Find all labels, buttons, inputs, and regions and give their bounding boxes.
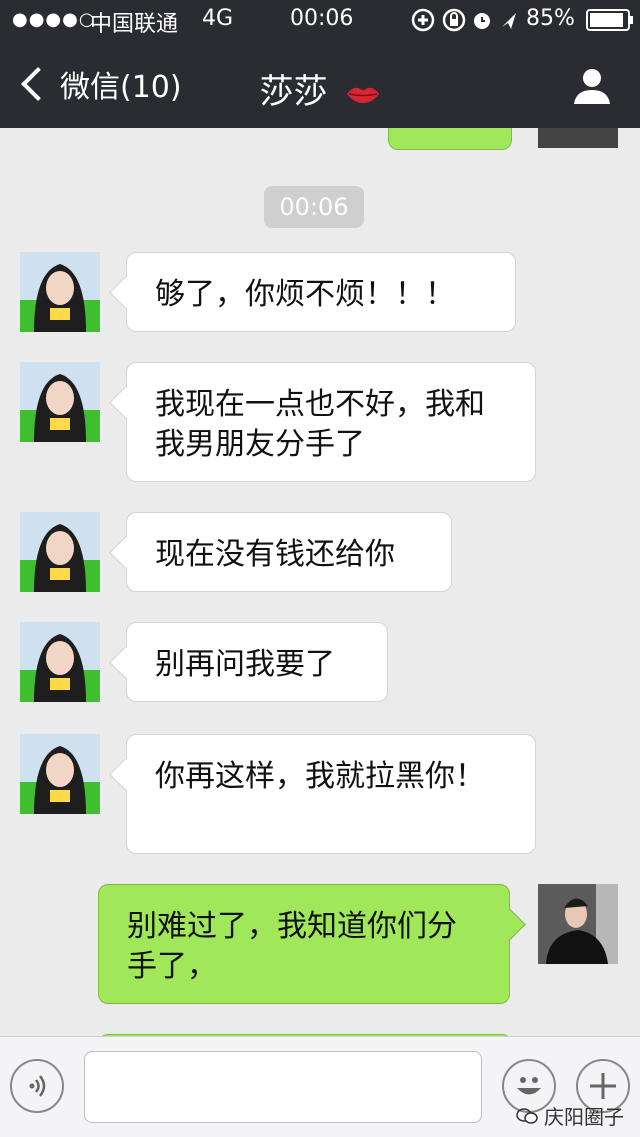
- chat-area[interactable]: 00:06 够了，你烦不烦！！！ 我现在一点也不好，我和 我男朋友分手了 现在没…: [0, 128, 640, 1036]
- carrier-name: 中国联通: [90, 12, 179, 37]
- profile-button[interactable]: [572, 66, 612, 106]
- voice-icon: [29, 1075, 46, 1097]
- voice-button[interactable]: [10, 1059, 64, 1113]
- nav-bar: 微信(10) 莎莎: [0, 40, 640, 128]
- friend-avatar[interactable]: [20, 512, 100, 592]
- friend-message-bubble[interactable]: 我现在一点也不好，我和 我男朋友分手了: [126, 362, 536, 482]
- status-indicator-icons: [411, 8, 516, 32]
- watermark-text: 庆阳圈子: [544, 1105, 624, 1129]
- wechat-logo-icon: [516, 1107, 538, 1124]
- lips-icon: [347, 87, 380, 103]
- friend-avatar[interactable]: [20, 622, 100, 702]
- friend-avatar[interactable]: [20, 734, 100, 814]
- battery-icon: [586, 9, 634, 37]
- profile-icon: [574, 69, 610, 104]
- avatar-photo: [20, 362, 100, 442]
- friend-avatar[interactable]: [20, 362, 100, 442]
- contact-name: 莎莎: [259, 72, 328, 112]
- avatar-photo: [20, 512, 100, 592]
- status-icons: [410, 7, 520, 39]
- message-text-line: 我男朋友分手了: [155, 427, 365, 462]
- message-text: 别再问我要了: [155, 647, 335, 682]
- friend-message-bubble[interactable]: 现在没有钱还给你: [126, 512, 452, 592]
- avatar-photo: [20, 734, 100, 814]
- watermark: 庆阳圈子: [516, 1101, 624, 1130]
- message-timestamp: 00:06: [264, 186, 364, 228]
- input-bar: 庆阳圈子: [0, 1036, 640, 1137]
- message-text: 现在没有钱还给你: [155, 537, 395, 572]
- message-text-line: 手了，: [127, 949, 217, 984]
- status-bar: ●●●●○ 中国联通 4G 00:06 85%: [0, 0, 640, 40]
- friend-message-bubble[interactable]: 够了，你烦不烦！！！: [126, 252, 516, 332]
- network-type: 4G: [202, 6, 234, 31]
- message-input[interactable]: [84, 1051, 482, 1123]
- avatar-photo: [20, 252, 100, 332]
- previous-message-bubble: [388, 128, 512, 150]
- friend-avatar[interactable]: [20, 252, 100, 332]
- my-message-bubble[interactable]: 别难过了，我知道你们分 手了，: [98, 884, 510, 1004]
- friend-message-bubble[interactable]: 别再问我要了: [126, 622, 388, 702]
- message-text: 够了，你烦不烦！！！: [155, 277, 455, 312]
- chat-title: 莎莎: [0, 64, 640, 113]
- message-text: 你再这样，我就拉黑你！: [155, 759, 485, 794]
- battery-percent: 85%: [526, 6, 575, 31]
- message-text-line: 别难过了，我知道你们分: [127, 909, 457, 944]
- friend-message-bubble[interactable]: 你再这样，我就拉黑你！: [126, 734, 536, 854]
- my-avatar-partial: [538, 128, 618, 148]
- status-time: 00:06: [290, 6, 354, 31]
- avatar-photo: [20, 622, 100, 702]
- message-text-line: 我现在一点也不好，我和: [155, 387, 485, 422]
- signal-strength: ●●●●○: [12, 9, 96, 30]
- my-avatar[interactable]: [538, 884, 618, 964]
- avatar-photo: [538, 884, 618, 964]
